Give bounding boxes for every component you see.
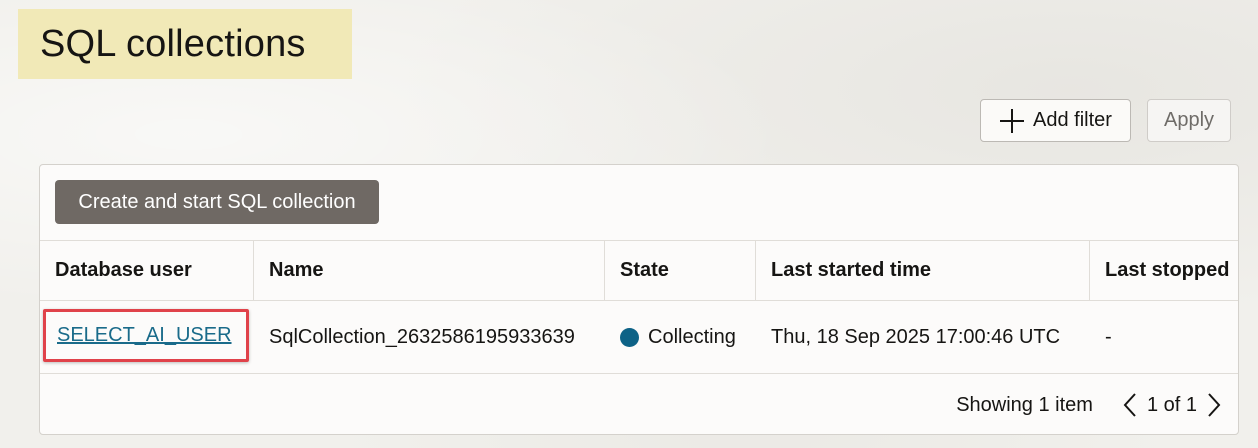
cell-last-started-time: Thu, 18 Sep 2025 17:00:46 UTC	[771, 325, 1061, 348]
database-user-link[interactable]: SELECT_AI_USER	[43, 309, 249, 362]
status-dot-icon	[620, 327, 639, 347]
cell-name: SqlCollection_2632586195933639	[269, 325, 575, 348]
chevron-left-icon	[1123, 393, 1136, 417]
chevron-right-icon	[1208, 393, 1221, 417]
sql-collections-panel: Create and start SQL collection Database…	[39, 164, 1239, 435]
column-header-name[interactable]: Name	[254, 241, 605, 300]
state-label: Collecting	[648, 325, 736, 348]
page-indicator: 1 of 1	[1146, 393, 1197, 416]
apply-button[interactable]: Apply	[1147, 99, 1231, 142]
column-header-last-stopped[interactable]: Last stopped	[1090, 241, 1238, 300]
create-and-start-sql-collection-button[interactable]: Create and start SQL collection	[55, 180, 379, 224]
column-header-state[interactable]: State	[605, 241, 756, 300]
sql-collections-table: Database user Name State Last started ti…	[40, 240, 1238, 374]
plus-icon	[999, 108, 1025, 134]
cell-state: Collecting	[605, 301, 756, 373]
item-count-text: Showing 1 item	[956, 393, 1093, 416]
page-title-highlight: SQL collections	[18, 9, 352, 79]
add-filter-button[interactable]: Add filter	[980, 99, 1131, 142]
page-title: SQL collections	[40, 22, 306, 65]
add-filter-label: Add filter	[1033, 109, 1112, 131]
column-header-database-user[interactable]: Database user	[40, 241, 254, 300]
table-row: SELECT_AI_USER SqlCollection_26325861959…	[40, 301, 1238, 374]
previous-page-button[interactable]	[1119, 390, 1141, 420]
column-header-last-started-time[interactable]: Last started time	[756, 241, 1090, 300]
table-header: Database user Name State Last started ti…	[40, 240, 1238, 301]
cell-database-user: SELECT_AI_USER	[40, 301, 254, 373]
pagination-footer: Showing 1 item 1 of 1	[40, 375, 1238, 434]
cell-last-stopped: -	[1105, 325, 1112, 348]
next-page-button[interactable]	[1203, 390, 1225, 420]
